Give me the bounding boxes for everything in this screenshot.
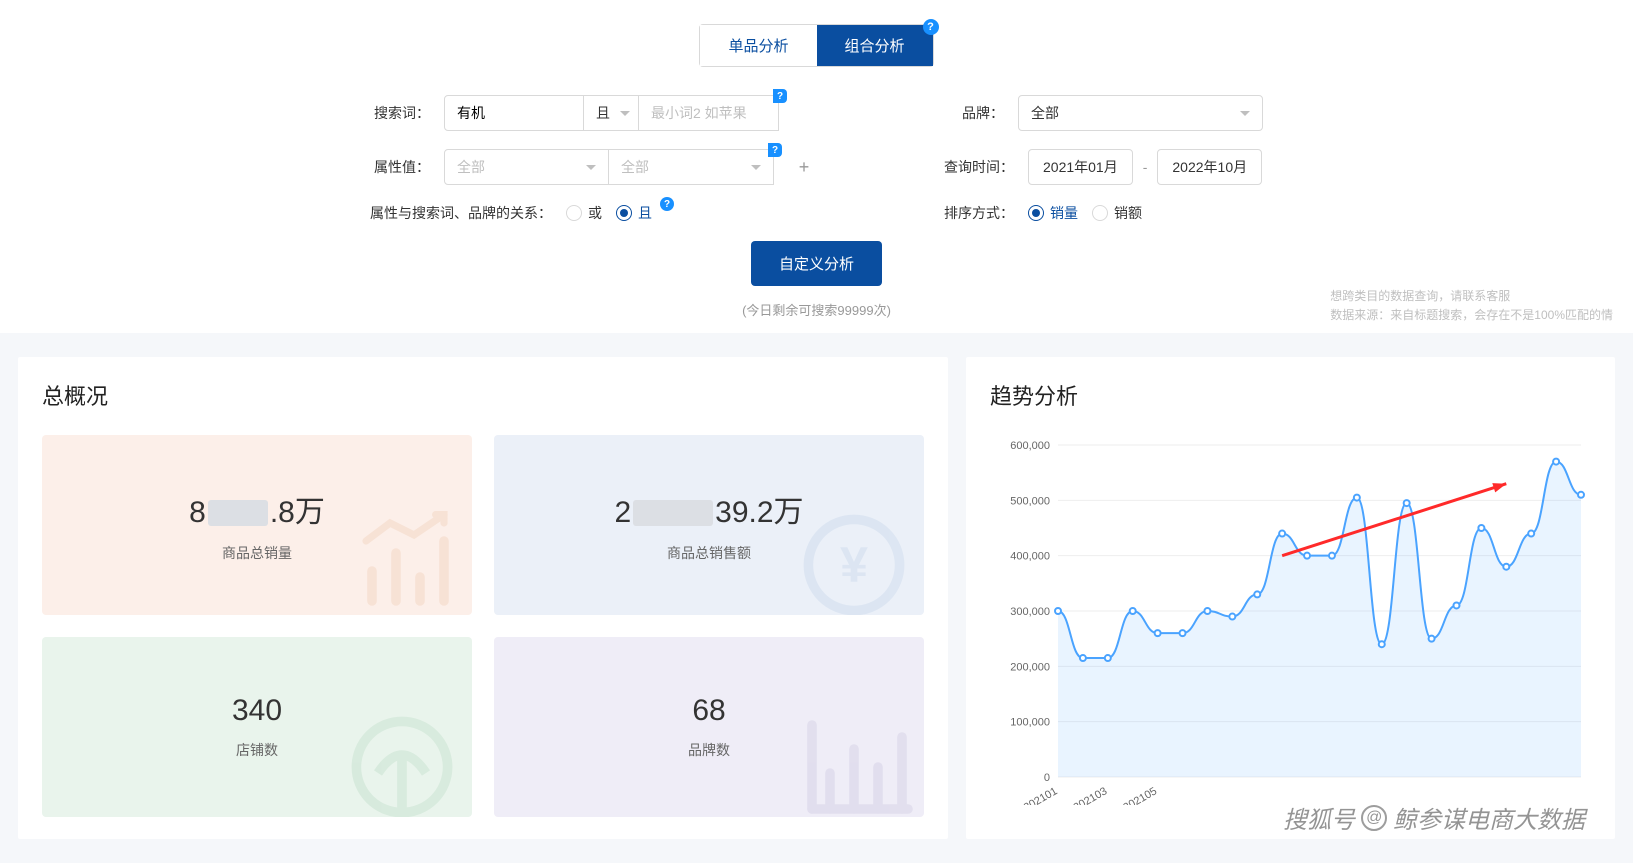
stat-card-shop-count: 340 店铺数	[42, 637, 472, 817]
svg-text:600,000: 600,000	[1010, 440, 1050, 452]
add-attribute-button[interactable]: +	[794, 157, 814, 177]
attribute-select-1[interactable]: 全部	[444, 149, 609, 185]
bar-chart-icon	[342, 505, 462, 615]
help-icon[interactable]: ?	[923, 19, 939, 35]
shop-icon	[342, 707, 462, 817]
analysis-mode-tabs: 单品分析 组合分析 ?	[0, 24, 1633, 67]
svg-text:100,000: 100,000	[1010, 717, 1050, 729]
trend-title: 趋势分析	[990, 379, 1591, 411]
chevron-down-icon	[620, 111, 630, 116]
svg-text:300,000: 300,000	[1010, 606, 1050, 618]
overview-title: 总概况	[42, 379, 924, 411]
date-to-input[interactable]: 2022年10月	[1157, 149, 1262, 185]
svg-text:400,000: 400,000	[1010, 551, 1050, 563]
svg-text:200,000: 200,000	[1010, 661, 1050, 673]
tab-combo-analysis[interactable]: 组合分析	[817, 25, 933, 66]
relation-radio-or[interactable]: 或	[566, 203, 602, 223]
attribute-row: 属性值： 全部 全部 ? +	[370, 149, 814, 185]
bar-chart-icon	[794, 707, 914, 817]
sort-label: 排序方式：	[944, 203, 1014, 223]
stat-card-brand-count: 68 品牌数	[494, 637, 924, 817]
attribute-select-2[interactable]: 全部	[609, 149, 774, 185]
filter-panel: 单品分析 组合分析 ? 搜索词： 且 ?	[0, 0, 1633, 333]
stat-label: 商品总销售额	[667, 543, 751, 563]
brand-row: 品牌： 全部	[944, 95, 1263, 131]
relation-label: 属性与搜索词、品牌的关系：	[370, 203, 552, 223]
help-icon[interactable]: ?	[768, 143, 782, 157]
date-from-input[interactable]: 2021年01月	[1028, 149, 1133, 185]
watermark-text: 搜狐号 @ 鲸参谋电商大数据	[1283, 800, 1585, 835]
attribute-label: 属性值：	[370, 157, 430, 177]
chevron-down-icon	[586, 165, 596, 170]
relation-radio-and[interactable]: 且 ?	[616, 203, 652, 223]
relation-row: 属性与搜索词、品牌的关系： 或 且 ?	[370, 203, 814, 223]
stat-value: 2 39.2万	[614, 487, 803, 531]
svg-text:¥: ¥	[840, 536, 868, 593]
date-range-label: 查询时间：	[944, 157, 1014, 177]
stat-card-total-volume: 8 .8万 商品总销量	[42, 435, 472, 615]
search-term-row: 搜索词： 且 ?	[370, 95, 814, 131]
stat-label: 品牌数	[688, 740, 730, 760]
chevron-down-icon	[1240, 111, 1250, 116]
chevron-down-icon	[751, 165, 761, 170]
trend-line-chart[interactable]: 0 100,000 200,000 300,000 400,000 500,000 600,…	[990, 435, 1591, 805]
sort-radio-volume[interactable]: 销量	[1028, 203, 1078, 223]
svg-text:202105: 202105	[1121, 785, 1159, 805]
stat-label: 店铺数	[236, 740, 278, 760]
search-conj-select[interactable]: 且	[584, 95, 639, 131]
yen-coin-icon: ¥	[794, 505, 914, 615]
search-term-input[interactable]	[444, 95, 584, 131]
stat-value: 340	[232, 694, 282, 728]
svg-text:0: 0	[1044, 772, 1050, 784]
svg-text:202101: 202101	[1022, 785, 1060, 805]
stat-card-total-revenue: 2 39.2万 商品总销售额 ¥	[494, 435, 924, 615]
date-separator: -	[1143, 159, 1148, 175]
svg-text:500,000: 500,000	[1010, 495, 1050, 507]
date-range-row: 查询时间： 2021年01月 - 2022年10月	[944, 149, 1263, 185]
tab-single-analysis[interactable]: 单品分析	[700, 25, 816, 66]
search-term-input-2[interactable]	[639, 95, 779, 131]
submit-analysis-button[interactable]: 自定义分析	[751, 241, 882, 286]
search-term-label: 搜索词：	[370, 103, 430, 123]
brand-select[interactable]: 全部	[1018, 95, 1263, 131]
brand-label: 品牌：	[944, 103, 1004, 123]
help-icon[interactable]: ?	[773, 89, 787, 103]
svg-text:202103: 202103	[1072, 785, 1110, 805]
sort-row: 排序方式： 销量 销额	[944, 203, 1263, 223]
trend-panel: 趋势分析 0 100,000 200,000 300,000 400,000 500,00…	[966, 357, 1615, 839]
overview-panel: 总概况 8 .8万 商品总销量	[18, 357, 948, 839]
stat-label: 商品总销量	[222, 543, 292, 563]
data-source-note: 想跨类目的数据查询，请联系客服 数据来源：来自标题搜索，会存在不是100%匹配的…	[1330, 287, 1613, 325]
sort-radio-revenue[interactable]: 销额	[1092, 203, 1142, 223]
help-icon[interactable]: ?	[660, 197, 674, 211]
stat-value: 8 .8万	[189, 487, 325, 531]
stat-value: 68	[692, 694, 725, 728]
